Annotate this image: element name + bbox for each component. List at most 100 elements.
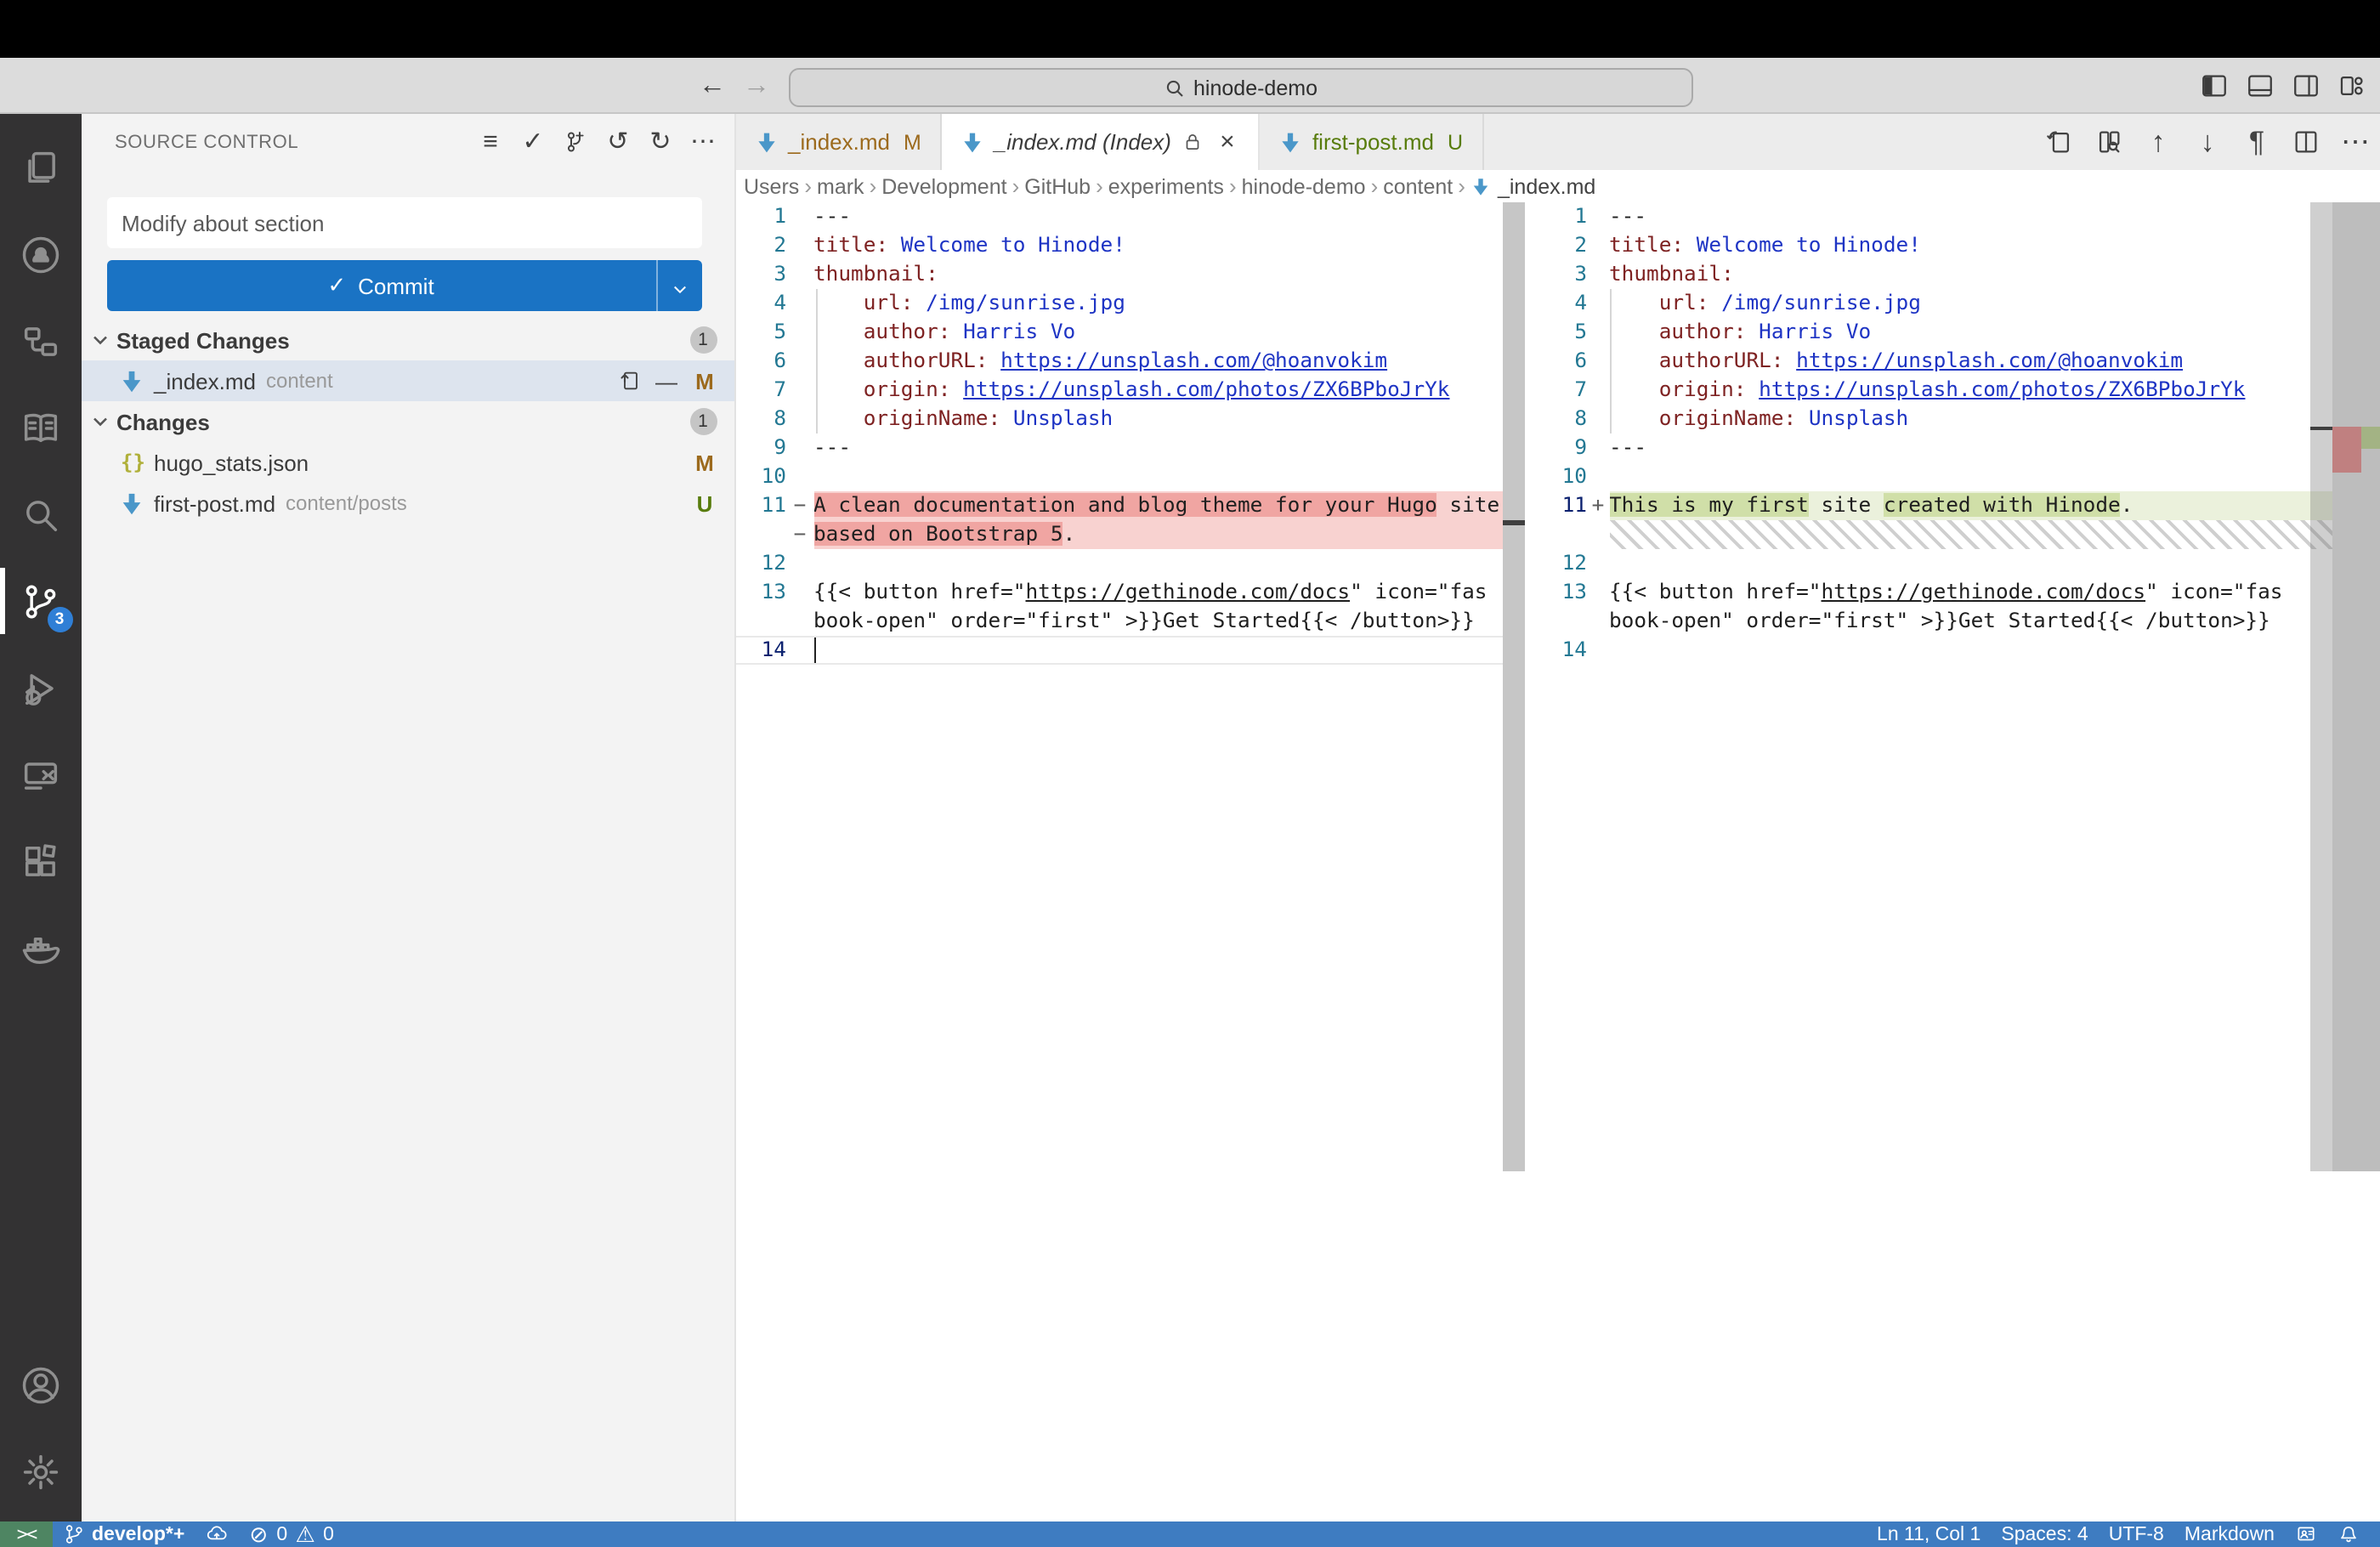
code-row[interactable]: 14 bbox=[735, 636, 1503, 665]
language-mode[interactable]: Markdown bbox=[2174, 1524, 2285, 1544]
history-button[interactable]: ↺ bbox=[604, 128, 632, 156]
view-as-list-button[interactable]: ≡ bbox=[477, 128, 504, 156]
scm-group-staged-changes[interactable]: Staged Changes1 bbox=[81, 320, 734, 360]
activity-item-extensions[interactable] bbox=[0, 818, 81, 904]
activity-item-remote-explorer[interactable] bbox=[0, 731, 81, 818]
refresh-button[interactable]: ↻ bbox=[647, 128, 674, 156]
feedback[interactable] bbox=[2285, 1523, 2327, 1545]
inline-view-button[interactable] bbox=[2094, 128, 2123, 156]
scm-file-_index.md[interactable]: _index.mdcontent—M bbox=[81, 360, 734, 401]
code-row[interactable]: 11+This is my first site created with Hi… bbox=[1524, 491, 2380, 520]
commit-button[interactable]: ✓ Commit bbox=[106, 260, 701, 311]
more-button[interactable]: ⋯ bbox=[689, 128, 717, 156]
whitespace-button[interactable]: ¶ bbox=[2242, 128, 2271, 156]
breadcrumb-item[interactable]: experiments bbox=[1108, 174, 1224, 198]
left-scrollbar[interactable] bbox=[1503, 202, 1524, 1171]
code-row[interactable]: 9--- bbox=[1524, 434, 2380, 462]
split-editor-button[interactable] bbox=[2292, 128, 2320, 156]
open-changes-button[interactable] bbox=[2045, 128, 2074, 156]
prev-change-button[interactable]: ↑ bbox=[2144, 128, 2173, 156]
breadcrumb-file[interactable]: _index.md bbox=[1470, 174, 1595, 198]
tab--index.md[interactable]: _index.mdM bbox=[735, 114, 942, 170]
next-change-button[interactable]: ↓ bbox=[2193, 128, 2222, 156]
commit-message-input[interactable]: Modify about section bbox=[106, 197, 701, 248]
code-row[interactable]: 9--- bbox=[735, 434, 1503, 462]
command-center-search[interactable]: hinode-demo bbox=[789, 68, 1693, 107]
code-row[interactable]: 10 bbox=[1524, 462, 2380, 491]
code-row[interactable]: 13{{< button href="https://gethinode.com… bbox=[1524, 578, 2380, 607]
minus-button[interactable]: — bbox=[655, 369, 679, 393]
code-row[interactable]: 2title: Welcome to Hinode! bbox=[735, 231, 1503, 260]
code-row[interactable]: 12 bbox=[1524, 549, 2380, 578]
tab--index.md-index-[interactable]: _index.md (Index)× bbox=[942, 114, 1260, 170]
code-row[interactable]: 1--- bbox=[1524, 202, 2380, 231]
toggle-panel-bottom-button[interactable] bbox=[2246, 71, 2275, 100]
code-row[interactable]: 7 origin: https://unsplash.com/photos/ZX… bbox=[735, 376, 1503, 405]
activity-item-search[interactable] bbox=[0, 471, 81, 558]
breadcrumb-item[interactable]: Development bbox=[881, 174, 1006, 198]
activity-item-references[interactable] bbox=[0, 298, 81, 384]
branch-status[interactable]: develop*+ bbox=[53, 1523, 195, 1545]
code-row[interactable]: 4 url: /img/sunrise.jpg bbox=[1524, 289, 2380, 318]
activity-item-run-debug[interactable] bbox=[0, 644, 81, 731]
toggle-panel-left-button[interactable] bbox=[2200, 71, 2229, 100]
right-scrollbar-slider[interactable] bbox=[2310, 202, 2332, 1171]
publish-changes[interactable] bbox=[195, 1523, 237, 1545]
activity-item-source-control[interactable]: 3 bbox=[0, 558, 81, 644]
breadcrumb-item[interactable]: Users bbox=[744, 174, 799, 198]
activity-item-accounts[interactable] bbox=[0, 1341, 81, 1428]
scm-group-changes[interactable]: Changes1 bbox=[81, 401, 734, 442]
activity-item-github[interactable] bbox=[0, 211, 81, 298]
breadcrumb-item[interactable]: mark bbox=[817, 174, 864, 198]
indentation[interactable]: Spaces: 4 bbox=[1991, 1524, 2098, 1544]
code-row[interactable]: book-open" order="first" >}}Get Started{… bbox=[1524, 607, 2380, 636]
history-back-button[interactable]: ← bbox=[694, 58, 731, 114]
code-row[interactable]: 4 url: /img/sunrise.jpg bbox=[735, 289, 1503, 318]
toggle-layout-grid-button[interactable] bbox=[2338, 71, 2366, 100]
remote-indicator[interactable]: >< bbox=[0, 1522, 53, 1547]
activity-item-docker[interactable] bbox=[0, 904, 81, 991]
commit-dropdown-button[interactable] bbox=[655, 260, 701, 311]
line-number: 14 bbox=[735, 636, 786, 665]
code-row[interactable]: −based on Bootstrap 5. bbox=[735, 520, 1503, 549]
activity-item-settings[interactable] bbox=[0, 1428, 81, 1515]
cursor-position[interactable]: Ln 11, Col 1 bbox=[1867, 1524, 1991, 1544]
code-row[interactable]: 3thumbnail: bbox=[1524, 260, 2380, 289]
scm-file-hugo_stats.json[interactable]: {}hugo_stats.jsonM bbox=[81, 442, 734, 483]
more-button[interactable]: ⋯ bbox=[2341, 128, 2370, 156]
notifications[interactable] bbox=[2327, 1523, 2370, 1545]
code-row[interactable]: 13{{< button href="https://gethinode.com… bbox=[735, 578, 1503, 607]
code-row[interactable]: 5 author: Harris Vo bbox=[1524, 318, 2380, 347]
code-row[interactable] bbox=[1524, 520, 2380, 549]
code-row[interactable]: 1--- bbox=[735, 202, 1503, 231]
close-tab-button[interactable]: × bbox=[1216, 130, 1239, 154]
toggle-panel-right-button[interactable] bbox=[2292, 71, 2320, 100]
code-row[interactable]: 2title: Welcome to Hinode! bbox=[1524, 231, 2380, 260]
graph-button[interactable] bbox=[562, 128, 589, 156]
code-row[interactable]: 6 authorURL: https://unsplash.com/@hoanv… bbox=[1524, 347, 2380, 376]
code-row[interactable]: 5 author: Harris Vo bbox=[735, 318, 1503, 347]
code-row[interactable]: 6 authorURL: https://unsplash.com/@hoanv… bbox=[735, 347, 1503, 376]
code-row[interactable]: 3thumbnail: bbox=[735, 260, 1503, 289]
scm-file-first-post.md[interactable]: first-post.mdcontent/postsU bbox=[81, 483, 734, 524]
code-row[interactable]: 8 originName: Unsplash bbox=[735, 405, 1503, 434]
code-row[interactable]: 11−A clean documentation and blog theme … bbox=[735, 491, 1503, 520]
code-row[interactable]: 8 originName: Unsplash bbox=[1524, 405, 2380, 434]
code-row[interactable]: book-open" order="first" >}}Get Started{… bbox=[735, 607, 1503, 636]
problems[interactable]: ⊘0⚠0 bbox=[237, 1523, 344, 1545]
code-row[interactable]: 10 bbox=[735, 462, 1503, 491]
breadcrumb-item[interactable]: GitHub bbox=[1024, 174, 1091, 198]
history-forward-button[interactable]: → bbox=[738, 58, 775, 114]
breadcrumb-item[interactable]: hinode-demo bbox=[1242, 174, 1366, 198]
code-row[interactable]: 7 origin: https://unsplash.com/photos/ZX… bbox=[1524, 376, 2380, 405]
commit-check-button[interactable]: ✓ bbox=[519, 128, 547, 156]
tab-first-post.md[interactable]: first-post.mdU bbox=[1260, 114, 1483, 170]
activity-item-explorer[interactable] bbox=[0, 124, 81, 211]
open-file-button[interactable] bbox=[618, 369, 642, 393]
breadcrumb-item[interactable]: content bbox=[1383, 174, 1453, 198]
encoding[interactable]: UTF-8 bbox=[2099, 1524, 2174, 1544]
code-row[interactable]: 12 bbox=[735, 549, 1503, 578]
activity-item-docs[interactable] bbox=[0, 384, 81, 471]
code-row[interactable]: 14 bbox=[1524, 636, 2380, 665]
tab-status-letter: U bbox=[1448, 130, 1463, 154]
